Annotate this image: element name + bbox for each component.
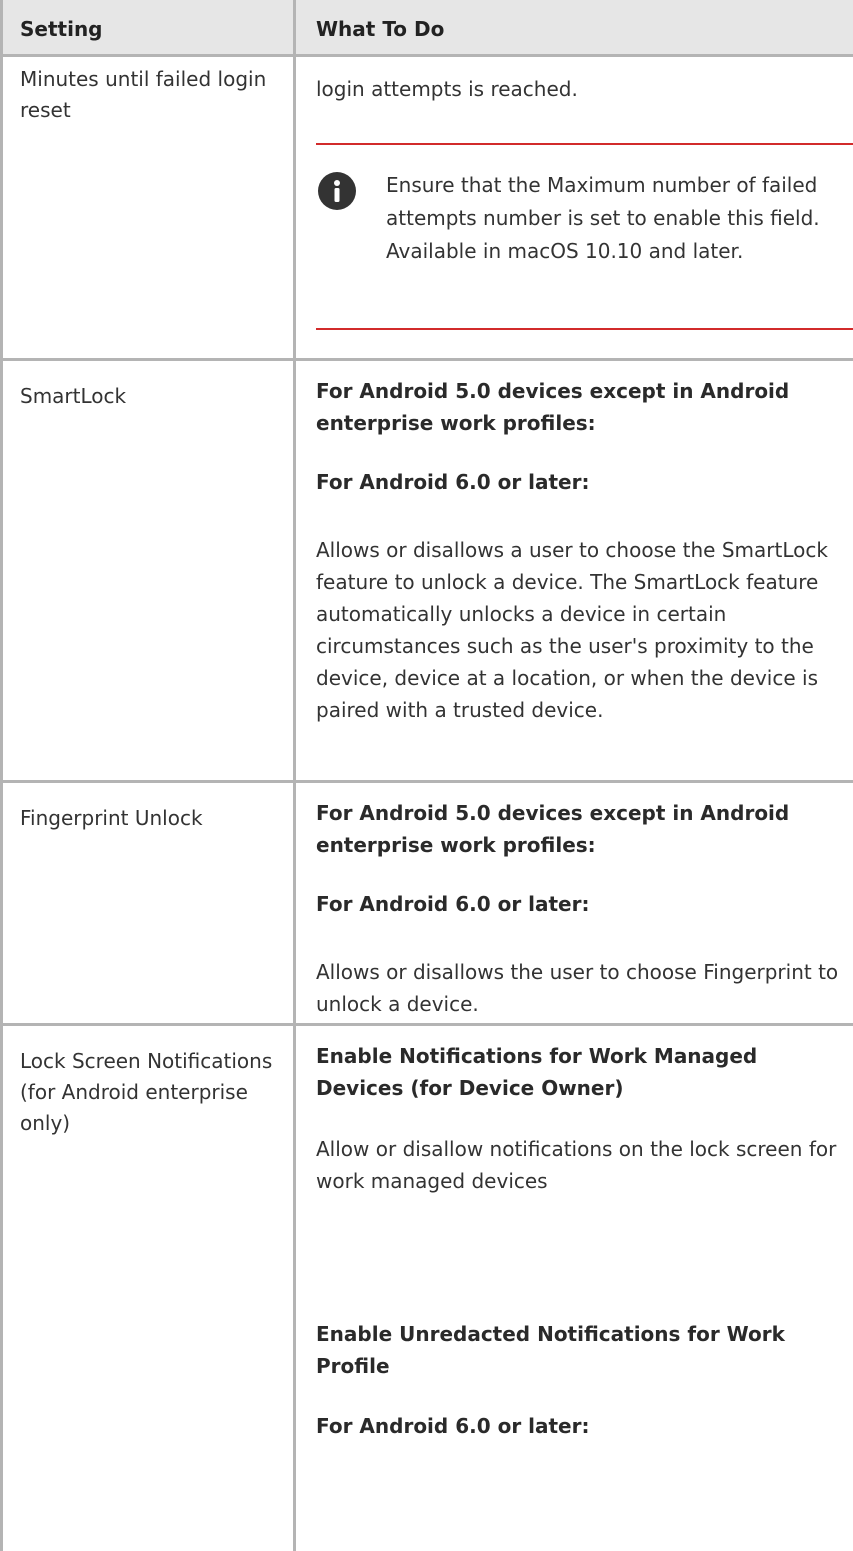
note-bottom-rule <box>316 328 853 330</box>
column-divider <box>293 0 296 1551</box>
row-content-smartlock: For Android 5.0 devices except in Androi… <box>316 375 846 775</box>
smartlock-bold-android5: For Android 5.0 devices except in Androi… <box>316 379 790 435</box>
row-setting-minutes-until-failed-login-reset: Minutes until failed login reset <box>20 67 267 122</box>
row-divider <box>0 358 853 361</box>
info-icon <box>318 172 356 210</box>
row-divider <box>0 780 853 783</box>
header-what-to-do: What To Do <box>316 17 445 41</box>
header-divider <box>0 54 853 57</box>
row-setting-smartlock: SmartLock <box>20 384 127 408</box>
table-header: Setting What To Do <box>0 0 853 54</box>
row-content-lock-screen-notifications: Enable Notifications for Work Managed De… <box>316 1040 846 1550</box>
row-setting-fingerprint-unlock: Fingerprint Unlock <box>20 806 203 830</box>
smartlock-description: Allows or disallows a user to choose the… <box>316 538 828 722</box>
header-setting: Setting <box>20 17 103 41</box>
fingerprint-bold-android6: For Android 6.0 or later: <box>316 892 590 916</box>
note-text: Ensure that the Maximum number of failed… <box>386 173 820 263</box>
row-setting-lock-screen-notifications: Lock Screen Notifications (for Android e… <box>20 1049 273 1135</box>
note-top-rule <box>316 143 853 145</box>
row-content-fingerprint: For Android 5.0 devices except in Androi… <box>316 797 846 1017</box>
row-divider <box>0 1023 853 1026</box>
fingerprint-description: Allows or disallows the user to choose F… <box>316 960 839 1016</box>
smartlock-bold-android6: For Android 6.0 or later: <box>316 470 590 494</box>
notifications-bold-android6: For Android 6.0 or later: <box>316 1414 590 1438</box>
notifications-bold-unredacted: Enable Unredacted Notifications for Work… <box>316 1322 785 1378</box>
notifications-description: Allow or disallow notifications on the l… <box>316 1137 837 1193</box>
fingerprint-bold-android5: For Android 5.0 devices except in Androi… <box>316 801 790 857</box>
notifications-bold-work-managed: Enable Notifications for Work Managed De… <box>316 1044 758 1100</box>
table-border-left <box>0 0 3 1551</box>
row-text-login-attempts: login attempts is reached. <box>316 77 578 101</box>
